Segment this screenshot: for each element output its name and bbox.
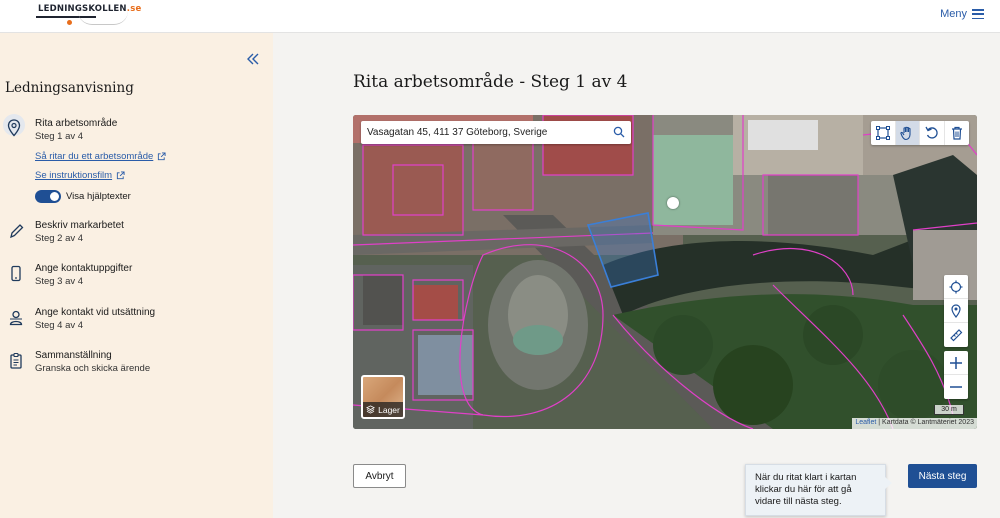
measure-button[interactable] xyxy=(944,323,968,347)
person-icon xyxy=(9,310,23,326)
instruction-video-link[interactable]: Se instruktionsfilm xyxy=(35,170,125,181)
sidebar-title: Ledningsanvisning xyxy=(5,80,134,96)
toggle-label: Visa hjälptexter xyxy=(66,191,131,202)
next-step-button[interactable]: Nästa steg xyxy=(908,464,977,488)
layers-icon xyxy=(366,405,376,414)
zoom-controls xyxy=(944,351,968,399)
hamburger-icon xyxy=(972,9,984,19)
step-title: Beskriv markarbetet xyxy=(35,220,124,231)
layer-button[interactable]: Lager xyxy=(361,375,405,419)
aerial-map-image xyxy=(353,115,977,429)
zoom-in-button[interactable] xyxy=(944,351,968,375)
pencil-icon xyxy=(10,224,24,239)
delete-button[interactable] xyxy=(945,121,970,145)
map-tools xyxy=(944,275,968,347)
address-search xyxy=(361,121,631,144)
link-label: Så ritar du ett arbetsområde xyxy=(35,151,154,162)
hand-icon xyxy=(900,126,911,141)
undo-icon xyxy=(925,126,938,139)
locate-button[interactable] xyxy=(944,275,968,299)
how-to-draw-link[interactable]: Så ritar du ett arbetsområde xyxy=(35,151,166,162)
layer-label: Lager xyxy=(378,404,400,415)
step-title: Ange kontaktuppgifter xyxy=(35,263,133,274)
step-title: Sammanställning xyxy=(35,350,112,361)
menu-button[interactable]: Meny xyxy=(940,8,984,20)
ledningskollen-logo[interactable]: LEDNINGSKOLLEN.se xyxy=(34,3,141,29)
step-subtitle: Steg 1 av 4 xyxy=(35,131,84,142)
step-title: Rita arbetsområde xyxy=(35,118,118,129)
clipboard-icon xyxy=(10,352,22,369)
draw-area-button[interactable] xyxy=(871,121,896,145)
draw-polygon-icon xyxy=(875,126,890,140)
crosshair-icon xyxy=(949,280,963,293)
top-header: LEDNINGSKOLLEN.se Meny xyxy=(0,0,1000,33)
sidebar: Ledningsanvisning Rita arbetsområde Steg… xyxy=(0,33,273,518)
location-marker[interactable] xyxy=(667,197,679,209)
phone-icon xyxy=(11,265,21,282)
attribution-text: | Kartdata © Lantmäteriet 2023 xyxy=(876,419,974,426)
plus-icon xyxy=(950,356,962,369)
leaflet-link[interactable]: Leaflet xyxy=(855,419,876,426)
map-canvas[interactable]: Lager 30 m Leaflet | Kartdata © Lantmäte… xyxy=(353,115,977,429)
external-link-icon xyxy=(116,171,125,180)
page-title: Rita arbetsområde - Steg 1 av 4 xyxy=(353,72,628,92)
place-marker-button[interactable] xyxy=(944,299,968,323)
ruler-icon xyxy=(950,329,963,342)
help-text-toggle[interactable] xyxy=(35,190,61,203)
map-scale: 30 m xyxy=(934,405,964,415)
undo-button[interactable] xyxy=(920,121,945,145)
map-pin-icon xyxy=(7,119,21,137)
collapse-sidebar-icon[interactable] xyxy=(247,53,259,68)
step-subtitle: Steg 2 av 4 xyxy=(35,233,84,244)
logo-dot xyxy=(67,20,72,25)
step-subtitle: Granska och skicka ärende xyxy=(35,363,151,374)
step-subtitle: Steg 3 av 4 xyxy=(35,276,84,287)
zoom-out-button[interactable] xyxy=(944,375,968,399)
help-text-toggle-row: Visa hjälptexter xyxy=(35,190,131,203)
map-pin-icon xyxy=(951,303,961,318)
address-search-input[interactable] xyxy=(367,121,607,144)
search-icon[interactable] xyxy=(613,126,625,138)
logo-swoosh xyxy=(78,11,128,25)
step-title: Ange kontakt vid utsättning xyxy=(35,307,156,318)
trash-icon xyxy=(951,126,962,140)
menu-label: Meny xyxy=(940,8,967,20)
minus-icon xyxy=(950,386,962,388)
next-step-tooltip: När du ritat klart i kartan klickar du h… xyxy=(745,464,892,516)
map-attribution: Leaflet | Kartdata © Lantmäteriet 2023 xyxy=(852,418,977,429)
link-label: Se instruktionsfilm xyxy=(35,170,113,181)
external-link-icon xyxy=(158,152,166,161)
cancel-button[interactable]: Avbryt xyxy=(353,464,406,488)
pan-button[interactable] xyxy=(895,121,920,145)
layer-label-bar: Lager xyxy=(363,402,403,417)
step-subtitle: Steg 4 av 4 xyxy=(35,320,84,331)
draw-toolbar xyxy=(871,121,969,145)
